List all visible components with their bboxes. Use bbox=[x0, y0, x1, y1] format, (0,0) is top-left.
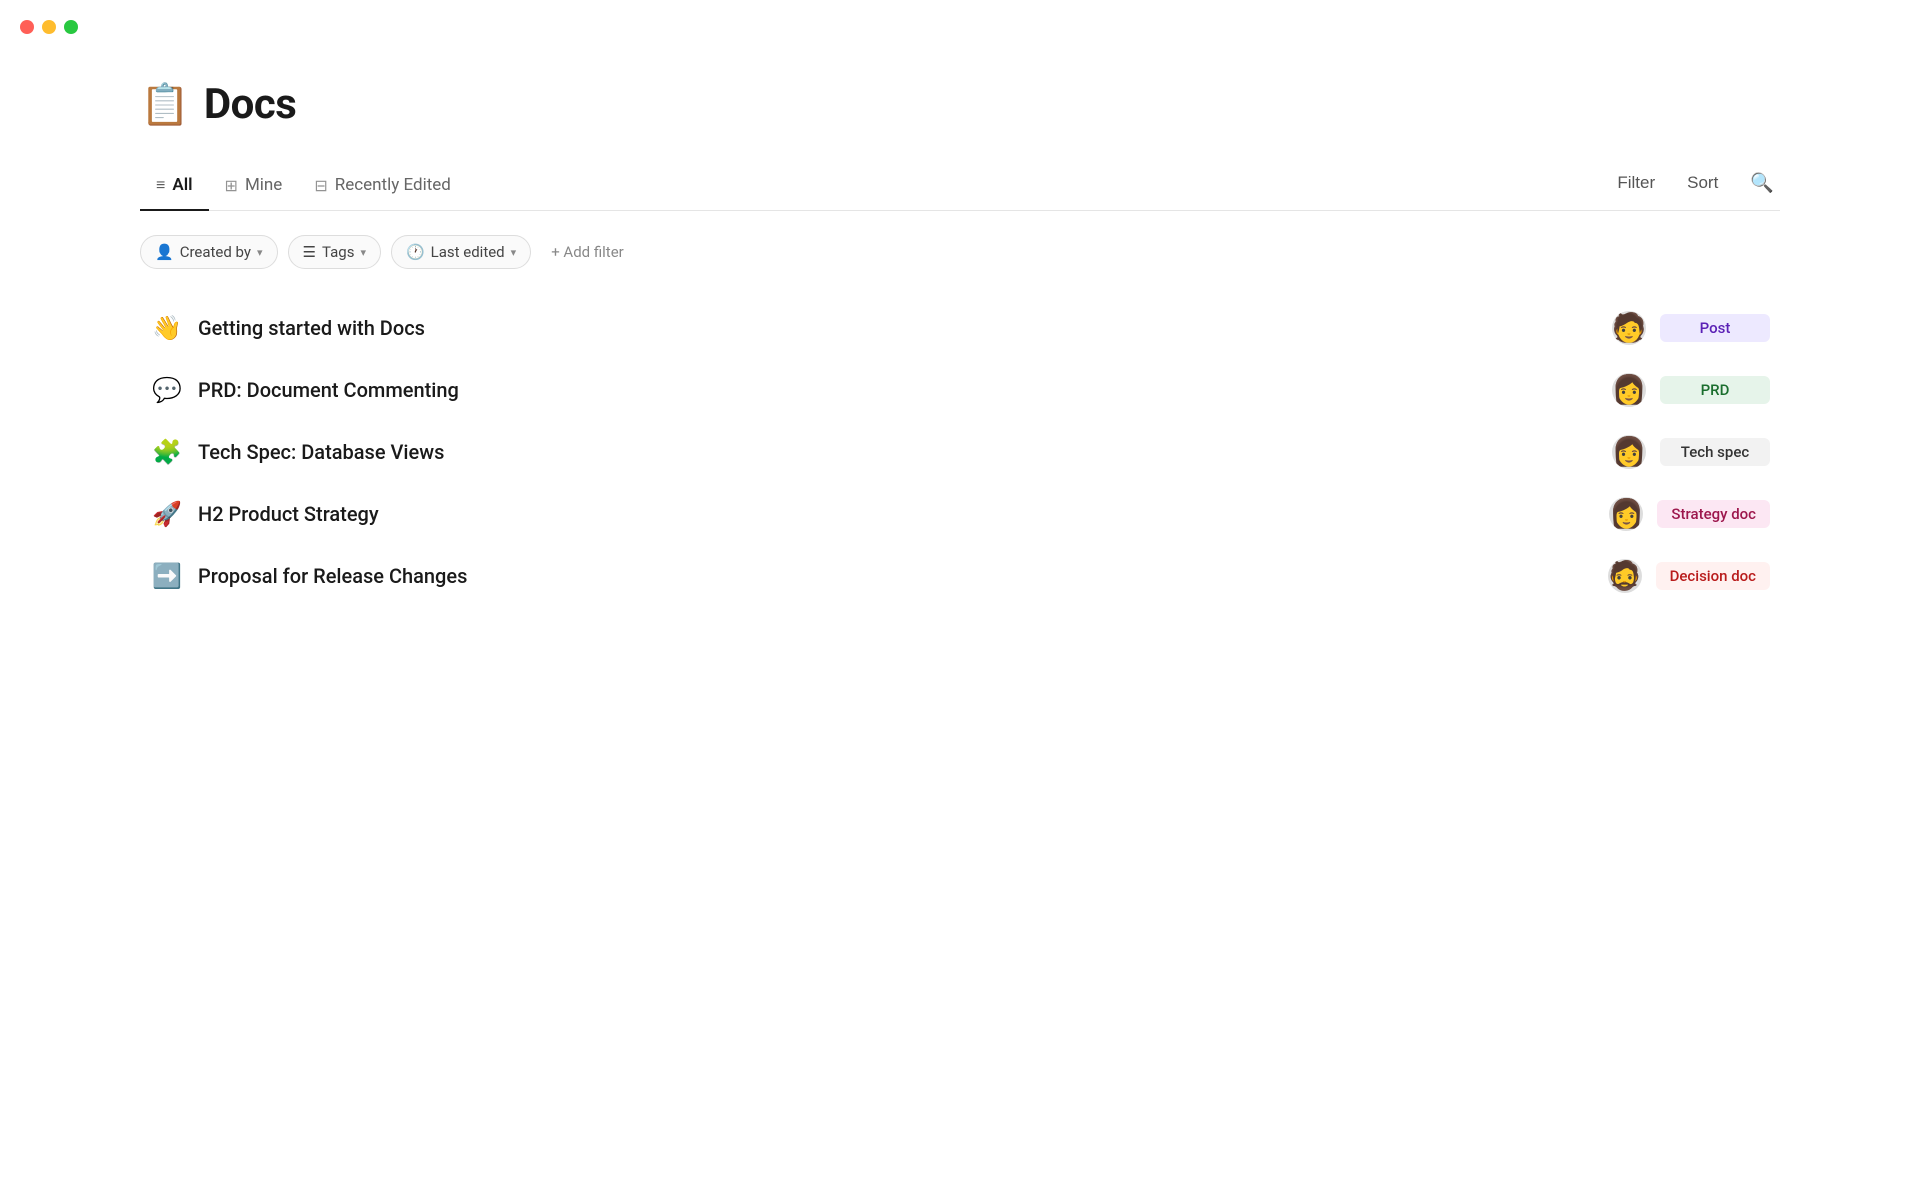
tab-mine-label: Mine bbox=[245, 175, 282, 195]
avatar-4: 👩 bbox=[1609, 497, 1643, 531]
tags-label: Tags bbox=[322, 243, 354, 261]
tag-5: Decision doc bbox=[1656, 562, 1770, 590]
doc-right-2: 👩 PRD bbox=[1612, 373, 1770, 407]
filter-last-edited[interactable]: 🕐 Last edited ▾ bbox=[391, 235, 531, 269]
avatar-2: 👩 bbox=[1612, 373, 1646, 407]
doc-row-4[interactable]: 🚀 H2 Product Strategy 👩 Strategy doc bbox=[140, 483, 1780, 545]
clock-icon: 🕐 bbox=[406, 243, 425, 261]
created-by-icon: 👤 bbox=[155, 243, 174, 261]
doc-title-2: PRD: Document Commenting bbox=[198, 378, 459, 402]
tab-all[interactable]: ≡ All bbox=[140, 165, 209, 211]
avatar-3: 👩 bbox=[1612, 435, 1646, 469]
filter-button[interactable]: Filter bbox=[1611, 169, 1661, 197]
list-icon: ≡ bbox=[156, 175, 165, 195]
tag-3: Tech spec bbox=[1660, 438, 1770, 466]
doc-left-5: ➡️ Proposal for Release Changes bbox=[150, 562, 467, 590]
doc-left-3: 🧩 Tech Spec: Database Views bbox=[150, 438, 444, 466]
chevron-down-icon: ▾ bbox=[360, 246, 366, 259]
doc-right-4: 👩 Strategy doc bbox=[1609, 497, 1770, 531]
avatar-5: 🧔 bbox=[1608, 559, 1642, 593]
add-filter-button[interactable]: + Add filter bbox=[541, 236, 634, 268]
tags-icon: ☰ bbox=[303, 243, 316, 261]
last-edited-label: Last edited bbox=[431, 243, 505, 261]
doc-title-1: Getting started with Docs bbox=[198, 316, 425, 340]
doc-title-4: H2 Product Strategy bbox=[198, 502, 379, 526]
doc-right-5: 🧔 Decision doc bbox=[1608, 559, 1770, 593]
tag-4: Strategy doc bbox=[1657, 500, 1770, 528]
avatar-1: 🧑 bbox=[1612, 311, 1646, 345]
page-header: 📋 Docs bbox=[140, 80, 1780, 129]
doc-emoji-3: 🧩 bbox=[150, 438, 184, 466]
doc-left-4: 🚀 H2 Product Strategy bbox=[150, 500, 379, 528]
filter-row: 👤 Created by ▾ ☰ Tags ▾ 🕐 Last edited ▾ … bbox=[140, 235, 1780, 269]
maximize-button[interactable] bbox=[64, 20, 78, 34]
tag-2: PRD bbox=[1660, 376, 1770, 404]
page-icon: 📋 bbox=[140, 81, 190, 128]
doc-title-3: Tech Spec: Database Views bbox=[198, 440, 444, 464]
page-title: Docs bbox=[204, 80, 296, 129]
doc-emoji-1: 👋 bbox=[150, 314, 184, 342]
tabs-right: Filter Sort 🔍 bbox=[1611, 167, 1780, 209]
minimize-button[interactable] bbox=[42, 20, 56, 34]
tab-mine[interactable]: ⊞ Mine bbox=[209, 165, 299, 211]
document-list: 👋 Getting started with Docs 🧑 Post 💬 PRD… bbox=[140, 297, 1780, 607]
tab-recently-edited-label: Recently Edited bbox=[335, 175, 451, 195]
grid-icon: ⊞ bbox=[225, 176, 238, 195]
main-content: 📋 Docs ≡ All ⊞ Mine ⊟ Recently Edited Fi… bbox=[0, 0, 1920, 687]
tab-all-label: All bbox=[172, 175, 192, 195]
tag-1: Post bbox=[1660, 314, 1770, 342]
tab-recently-edited[interactable]: ⊟ Recently Edited bbox=[298, 165, 467, 211]
doc-right-3: 👩 Tech spec bbox=[1612, 435, 1770, 469]
doc-emoji-5: ➡️ bbox=[150, 562, 184, 590]
doc-row-2[interactable]: 💬 PRD: Document Commenting 👩 PRD bbox=[140, 359, 1780, 421]
doc-row-3[interactable]: 🧩 Tech Spec: Database Views 👩 Tech spec bbox=[140, 421, 1780, 483]
doc-right-1: 🧑 Post bbox=[1612, 311, 1770, 345]
doc-title-5: Proposal for Release Changes bbox=[198, 564, 467, 588]
sort-button[interactable]: Sort bbox=[1681, 169, 1724, 197]
created-by-label: Created by bbox=[180, 243, 251, 261]
search-button[interactable]: 🔍 bbox=[1744, 167, 1780, 199]
doc-left-1: 👋 Getting started with Docs bbox=[150, 314, 425, 342]
traffic-lights bbox=[20, 20, 78, 34]
recently-edited-icon: ⊟ bbox=[314, 176, 327, 195]
filter-created-by[interactable]: 👤 Created by ▾ bbox=[140, 235, 278, 269]
doc-emoji-4: 🚀 bbox=[150, 500, 184, 528]
tabs-row: ≡ All ⊞ Mine ⊟ Recently Edited Filter So… bbox=[140, 165, 1780, 211]
filter-tags[interactable]: ☰ Tags ▾ bbox=[288, 235, 381, 269]
doc-left-2: 💬 PRD: Document Commenting bbox=[150, 376, 459, 404]
doc-row-1[interactable]: 👋 Getting started with Docs 🧑 Post bbox=[140, 297, 1780, 359]
close-button[interactable] bbox=[20, 20, 34, 34]
tabs-left: ≡ All ⊞ Mine ⊟ Recently Edited bbox=[140, 165, 467, 210]
chevron-down-icon: ▾ bbox=[511, 246, 517, 259]
doc-row-5[interactable]: ➡️ Proposal for Release Changes 🧔 Decisi… bbox=[140, 545, 1780, 607]
chevron-down-icon: ▾ bbox=[257, 246, 263, 259]
doc-emoji-2: 💬 bbox=[150, 376, 184, 404]
